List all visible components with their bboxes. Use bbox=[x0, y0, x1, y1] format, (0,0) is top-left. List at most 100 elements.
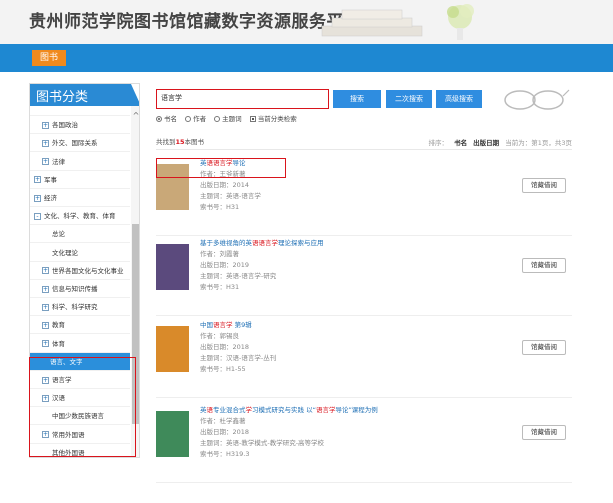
borrow-button[interactable]: 馆藏借阅 bbox=[522, 340, 566, 355]
expand-icon[interactable]: + bbox=[42, 158, 49, 166]
highlight-box-categories bbox=[29, 357, 136, 457]
sidebar-item[interactable]: + 体育 bbox=[30, 335, 130, 353]
sidebar-item-label: 体育 bbox=[52, 339, 65, 348]
advanced-search-button[interactable]: 高级搜索 bbox=[436, 90, 482, 108]
title-text: 基于多维视角的英 bbox=[200, 239, 252, 247]
title-keyword-highlight: 语言学 bbox=[315, 406, 336, 414]
expand-icon[interactable]: + bbox=[42, 303, 49, 311]
search-input[interactable]: 语言学 bbox=[156, 89, 329, 109]
book-item: 中国语言学 第9辑 作者：郭锡良 出版日期：2018 主题词：汉语-语言学-丛刊 索书号… bbox=[156, 320, 572, 398]
sort-by-title[interactable]: 书名 bbox=[454, 139, 467, 147]
book-author: 作者：刘霞著 bbox=[200, 250, 239, 258]
radio-author[interactable] bbox=[185, 116, 192, 122]
book-call-no: 索书号：H1-55 bbox=[200, 365, 246, 373]
expand-icon[interactable]: + bbox=[34, 194, 41, 202]
tab-books[interactable]: 图书 bbox=[32, 50, 66, 66]
book-item: 英语专业混合式学习模式研究与实践 以“语言学导论”课程为例 作者：杜学鑫著 出版日期… bbox=[156, 405, 572, 483]
sort-bar: 排序： 书名 出版日期 当前为：第1页，共3页 bbox=[428, 137, 572, 147]
option-subject[interactable]: 主题词 bbox=[214, 115, 242, 123]
sidebar-item[interactable]: 文化理论 bbox=[30, 244, 130, 262]
sidebar-item-label: 信息与知识传播 bbox=[52, 285, 98, 293]
books-decoration bbox=[321, 9, 423, 37]
checkbox-current-category[interactable] bbox=[249, 116, 256, 122]
book-title-link[interactable]: 英语专业混合式学习模式研究与实践 以“语言学导论”课程为例 bbox=[200, 405, 500, 416]
sidebar-item[interactable]: + 经济 bbox=[30, 189, 130, 207]
book-cover-image[interactable] bbox=[156, 411, 189, 457]
scroll-up-icon[interactable]: ^ bbox=[131, 111, 139, 121]
glasses-decoration bbox=[504, 89, 570, 110]
sort-by-date[interactable]: 出版日期 bbox=[473, 139, 499, 147]
expand-icon[interactable]: + bbox=[42, 121, 49, 129]
book-date: 出版日期：2019 bbox=[200, 261, 250, 269]
sidebar-item-label: 世界各国文化与文化事业 bbox=[52, 266, 124, 275]
sidebar-item[interactable]: + 教育 bbox=[30, 316, 130, 335]
collapse-icon[interactable]: - bbox=[34, 212, 41, 220]
nav-bar: 图书 bbox=[0, 44, 613, 72]
book-subject: 主题词：英语-语言学 bbox=[200, 192, 261, 200]
sidebar-item[interactable]: + 世界各国文化与文化事业 bbox=[30, 262, 130, 280]
expand-icon[interactable]: + bbox=[42, 139, 49, 147]
sidebar-item-label: 科学、科学研究 bbox=[52, 303, 98, 312]
expand-icon[interactable]: + bbox=[42, 267, 49, 275]
sidebar-item-label: 外交、国际关系 bbox=[52, 139, 98, 148]
option-author[interactable]: 作者 bbox=[185, 115, 206, 123]
sidebar-item-label: 经济 bbox=[44, 194, 57, 202]
expand-icon[interactable]: + bbox=[42, 285, 49, 293]
sidebar-title: 图书分类 bbox=[36, 90, 89, 105]
borrow-button[interactable]: 馆藏借阅 bbox=[522, 178, 566, 193]
result-count-prefix: 共找到 bbox=[156, 138, 176, 146]
radio-title[interactable] bbox=[156, 116, 162, 122]
highlight-box-first-title bbox=[156, 158, 286, 178]
book-meta: 基于多维视角的英语语言学理论探索与应用 作者：刘霞著 出版日期：2019 主题词：英语… bbox=[200, 238, 500, 293]
page-info: 当前为：第1页，共3页 bbox=[505, 139, 572, 147]
borrow-button[interactable]: 馆藏借阅 bbox=[522, 425, 566, 440]
title-text: 理论探索与应用 bbox=[278, 239, 324, 247]
sidebar-item[interactable]: + 军事 bbox=[30, 171, 130, 189]
book-item: 基于多维视角的英语语言学理论探索与应用 作者：刘霞著 出版日期：2019 主题词：英语… bbox=[156, 238, 572, 316]
sidebar-item[interactable] bbox=[30, 106, 130, 116]
title-keyword-highlight: 语言学 bbox=[213, 321, 233, 329]
sidebar-item[interactable]: - 文化、科学、教育、体育 bbox=[30, 207, 130, 226]
sidebar-item[interactable]: + 科学、科学研究 bbox=[30, 298, 130, 317]
sidebar-item[interactable]: + 各国政治 bbox=[30, 116, 130, 135]
book-meta: 中国语言学 第9辑 作者：郭锡良 出版日期：2018 主题词：汉语-语言学-丛刊 索书号… bbox=[200, 320, 500, 375]
book-meta: 英语专业混合式学习模式研究与实践 以“语言学导论”课程为例 作者：杜学鑫著 出版日期… bbox=[200, 405, 500, 460]
result-summary: 共找到15本图书 排序： 书名 出版日期 当前为：第1页，共3页 bbox=[156, 136, 572, 150]
book-author: 作者：杜学鑫著 bbox=[200, 417, 246, 425]
sidebar-item-label: 各国政治 bbox=[52, 121, 78, 130]
expand-icon[interactable]: + bbox=[34, 176, 41, 184]
book-date: 出版日期：2014 bbox=[200, 181, 250, 189]
expand-icon[interactable]: + bbox=[42, 321, 49, 329]
book-title-link[interactable]: 中国语言学 第9辑 bbox=[200, 320, 500, 331]
book-call-no: 索书号：H31 bbox=[200, 203, 240, 211]
radio-subject[interactable] bbox=[214, 116, 221, 122]
sidebar-item[interactable]: 总论 bbox=[30, 225, 130, 244]
sidebar-item[interactable]: + 法律 bbox=[30, 153, 130, 171]
book-date: 出版日期：2018 bbox=[200, 428, 250, 436]
title-text: 专业混合式 bbox=[213, 406, 246, 414]
option-title[interactable]: 书名 bbox=[156, 115, 177, 123]
search-options: 书名 作者 主题词 当前分类检索 bbox=[156, 113, 456, 125]
result-count-suffix: 本图书 bbox=[184, 138, 205, 146]
book-subject: 主题词：汉语-语言学-丛刊 bbox=[200, 354, 277, 362]
expand-icon[interactable]: + bbox=[42, 340, 49, 348]
title-text: 习模式研究与实践 以“ bbox=[252, 406, 316, 414]
result-count: 15 bbox=[175, 138, 185, 146]
title-keyword-highlight: 语语言学 bbox=[252, 239, 278, 247]
book-author: 作者：郭锡良 bbox=[200, 332, 239, 340]
book-cover-image[interactable] bbox=[156, 326, 189, 372]
site-header: 贵州师范学院图书馆馆藏数字资源服务平台 bbox=[0, 0, 613, 44]
book-subject: 主题词：英语-语言学-研究 bbox=[200, 272, 277, 280]
sidebar-item[interactable]: + 信息与知识传播 bbox=[30, 280, 130, 298]
book-title-link[interactable]: 基于多维视角的英语语言学理论探索与应用 bbox=[200, 238, 500, 249]
book-call-no: 索书号：H319.3 bbox=[200, 450, 250, 458]
title-text: 导论”课程为例 bbox=[335, 406, 378, 414]
plant-decoration bbox=[447, 4, 474, 40]
second-search-button[interactable]: 二次搜索 bbox=[386, 90, 432, 108]
sidebar-item-label: 文化、科学、教育、体育 bbox=[44, 212, 116, 221]
sidebar-item[interactable]: + 外交、国际关系 bbox=[30, 134, 130, 153]
option-current-category[interactable]: 当前分类检索 bbox=[249, 115, 297, 123]
search-button[interactable]: 搜索 bbox=[333, 90, 381, 108]
book-cover-image[interactable] bbox=[156, 244, 189, 290]
borrow-button[interactable]: 馆藏借阅 bbox=[522, 258, 566, 273]
